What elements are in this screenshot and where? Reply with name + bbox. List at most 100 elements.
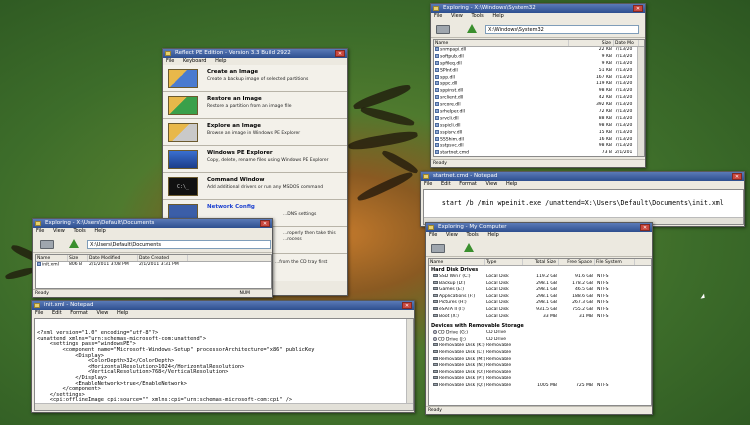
menu-format[interactable]: Format — [70, 310, 88, 316]
file-row[interactable]: startnet.cmd 73 B 2/1/201 — [434, 150, 644, 156]
drive-row[interactable]: eSATA II (I:) Local Disk 931.5 GB 755.2 GB N… — [429, 306, 651, 314]
drive-row[interactable]: Removable Disk (O:) Removable — [429, 369, 651, 377]
file-row[interactable]: srclient.dll 42 KB 7/13/20 — [434, 95, 644, 102]
explorer-documents-window[interactable]: Exploring - X:\Users\Default\Documents ✕ … — [32, 218, 273, 298]
drive-icon[interactable] — [40, 240, 54, 249]
close-icon[interactable]: ✕ — [633, 5, 643, 12]
col-created[interactable]: Date Created — [138, 255, 188, 261]
drive-row[interactable]: Removable Disk (Q:) Removable 1005 MB 725 M… — [429, 382, 651, 390]
menu-help[interactable]: Help — [487, 232, 498, 238]
menu-tools[interactable]: Tools — [471, 13, 483, 19]
explorer-system32-window[interactable]: Exploring - X:\Windows\System32 ✕ File Vi… — [430, 3, 646, 168]
menu-view[interactable]: View — [96, 310, 108, 316]
menu-help[interactable]: Help — [506, 181, 517, 187]
menu-edit[interactable]: Edit — [52, 310, 62, 316]
drive-row[interactable]: CD Drive (J:) CD Drive — [429, 336, 651, 344]
menu-view[interactable]: View — [53, 228, 65, 234]
col-type[interactable]: Type — [485, 259, 523, 265]
file-row[interactable]: spp.dll 167 KB 7/13/20 — [434, 74, 644, 82]
file-row[interactable]: srvcli.dll 88 KB 7/13/20 — [434, 115, 644, 123]
col-name[interactable]: Name — [36, 255, 68, 261]
menu-view[interactable]: View — [451, 13, 463, 19]
drive-row[interactable]: Boot (X:) Local Disk 33 MB 31 MB NTFS — [429, 313, 651, 321]
col-modified[interactable]: Date Modified — [88, 255, 138, 261]
col-total[interactable]: Total Size — [523, 259, 559, 265]
file-list[interactable]: Name Size Date Modified Date Created ini… — [35, 254, 272, 289]
drive-row[interactable]: Removable Disk (M:) Removable — [429, 356, 651, 364]
file-row[interactable]: srhelper.dll 72 KB 7/13/20 — [434, 109, 644, 116]
drive-row[interactable]: Removable Disk (N:) Removable — [429, 363, 651, 370]
my-computer-window[interactable]: Exploring - My Computer ✕ File View Tools… — [425, 222, 653, 415]
notepad-init-window[interactable]: init.xml - Notepad ✕ File Edit Format Vie… — [31, 300, 415, 413]
notepad-titlebar[interactable]: init.xml - Notepad ✕ — [32, 301, 414, 310]
drive-row[interactable]: Pictures (H:) Local Disk 298.1 GB 267.3 GB N… — [429, 300, 651, 307]
file-list[interactable]: Name Size Date Mo snmpapi.dll 22 KB 7/13/2… — [433, 39, 645, 157]
menu-file[interactable]: File — [434, 13, 442, 19]
close-icon[interactable]: ✕ — [640, 224, 650, 231]
file-row[interactable]: sstpsvc.dll 98 KB 7/13/20 — [434, 143, 644, 150]
explorer-titlebar[interactable]: Exploring - My Computer ✕ — [426, 223, 652, 232]
file-row[interactable]: srcore.dll 392 KB 7/13/20 — [434, 102, 644, 109]
drive-row[interactable]: CD Drive (G:) CD Drive — [429, 330, 651, 337]
col-date[interactable]: Date Mo — [614, 40, 639, 46]
reflect-titlebar[interactable]: Reflect PE Edition - Version 3.3 Build 2… — [163, 49, 347, 58]
text-editor[interactable]: start /b /min wpeinit.exe /unattend=X:\U… — [423, 189, 744, 225]
address-bar[interactable]: X:\Windows\System32 — [485, 25, 639, 34]
explorer-titlebar[interactable]: Exploring - X:\Windows\System32 ✕ — [431, 4, 645, 13]
close-icon[interactable]: ✕ — [402, 302, 412, 309]
col-size[interactable]: Size — [68, 255, 88, 261]
menu-file[interactable]: File — [35, 310, 43, 316]
address-bar[interactable]: X:\Users\Default\Documents — [87, 240, 271, 249]
notepad-titlebar[interactable]: startnet.cmd - Notepad ✕ — [421, 172, 744, 181]
menu-format[interactable]: Format — [459, 181, 477, 187]
drive-row[interactable]: Removable Disk (K:) Removable — [429, 343, 651, 350]
file-row[interactable]: softpub.dll 9 KB 7/13/20 — [434, 53, 644, 61]
drive-row[interactable]: Backup (D:) Local Disk 298.1 GB 178.2 GB NTF… — [429, 280, 651, 288]
drive-icon[interactable] — [431, 244, 445, 253]
file-row[interactable]: init.xml 806 B 2/1/2011 3:08 PM 2/1/2011… — [36, 262, 271, 269]
drive-row[interactable]: SSD Win7 (C:) Local Disk 119.2 GB 91.6 GB NT… — [429, 274, 651, 281]
file-row[interactable]: sppinst.dll 98 KB 7/13/20 — [434, 88, 644, 95]
menu-file[interactable]: File — [424, 181, 432, 187]
up-arrow-icon[interactable] — [69, 239, 79, 248]
col-name[interactable]: Name — [429, 259, 485, 265]
explorer-titlebar[interactable]: Exploring - X:\Users\Default\Documents ✕ — [33, 219, 272, 228]
horizontal-scrollbar[interactable] — [35, 403, 413, 410]
menu-help[interactable]: Help — [117, 310, 128, 316]
menu-file[interactable]: File — [429, 232, 437, 238]
col-name[interactable]: Name — [434, 40, 569, 46]
restore-image-item[interactable]: Restore an Image Restore a partition fro… — [163, 92, 347, 119]
menu-file[interactable]: File — [36, 228, 44, 234]
close-icon[interactable]: ✕ — [260, 220, 270, 227]
menu-tools[interactable]: Tools — [466, 232, 478, 238]
drive-list[interactable]: Name Type Total Size Free Space File Sys… — [428, 258, 652, 406]
menu-file[interactable]: File — [166, 58, 174, 64]
up-arrow-icon[interactable] — [464, 243, 474, 252]
notepad-startnet-window[interactable]: startnet.cmd - Notepad ✕ File Edit Format… — [420, 171, 745, 227]
vertical-scrollbar[interactable] — [406, 319, 413, 403]
vertical-scrollbar[interactable] — [637, 47, 644, 156]
menu-view[interactable]: View — [446, 232, 458, 238]
menu-help[interactable]: Help — [215, 58, 226, 64]
file-row[interactable]: SPInf.dll 51 KB 7/13/20 — [434, 67, 644, 75]
file-row[interactable]: sspisrv.dll 15 KB 7/13/20 — [434, 129, 644, 137]
menu-help[interactable]: Help — [94, 228, 105, 234]
col-free[interactable]: Free Space — [559, 259, 595, 265]
file-row[interactable]: spfileq.dll 9 KB 7/13/20 — [434, 60, 644, 68]
pe-explorer-item[interactable]: Windows PE Explorer Copy, delete, rename… — [163, 146, 347, 173]
file-row[interactable]: sspicli.dll 98 KB 7/13/20 — [434, 122, 644, 130]
drive-icon[interactable] — [436, 25, 450, 34]
explore-image-item[interactable]: Explore an Image Browse an image in Wind… — [163, 119, 347, 146]
menu-help[interactable]: Help — [492, 13, 503, 19]
create-image-item[interactable]: Create an Image Create a backup image of… — [163, 65, 347, 92]
drive-row[interactable]: Removable Disk (L:) Removable — [429, 349, 651, 357]
text-editor[interactable]: <?xml version="1.0" encoding="utf-8"?> <u… — [34, 318, 414, 411]
file-row[interactable]: SSShim.dll 16 KB 7/13/20 — [434, 136, 644, 144]
menu-tools[interactable]: Tools — [73, 228, 85, 234]
close-icon[interactable]: ✕ — [732, 173, 742, 180]
file-row[interactable]: snmpapi.dll 22 KB 7/13/20 — [434, 47, 644, 54]
menu-view[interactable]: View — [485, 181, 497, 187]
drive-row[interactable]: Games (E:) Local Disk 298.1 GB 46.5 GB NTFS — [429, 287, 651, 294]
drive-row[interactable]: Removable Disk (P:) Removable — [429, 376, 651, 383]
up-arrow-icon[interactable] — [467, 24, 477, 33]
